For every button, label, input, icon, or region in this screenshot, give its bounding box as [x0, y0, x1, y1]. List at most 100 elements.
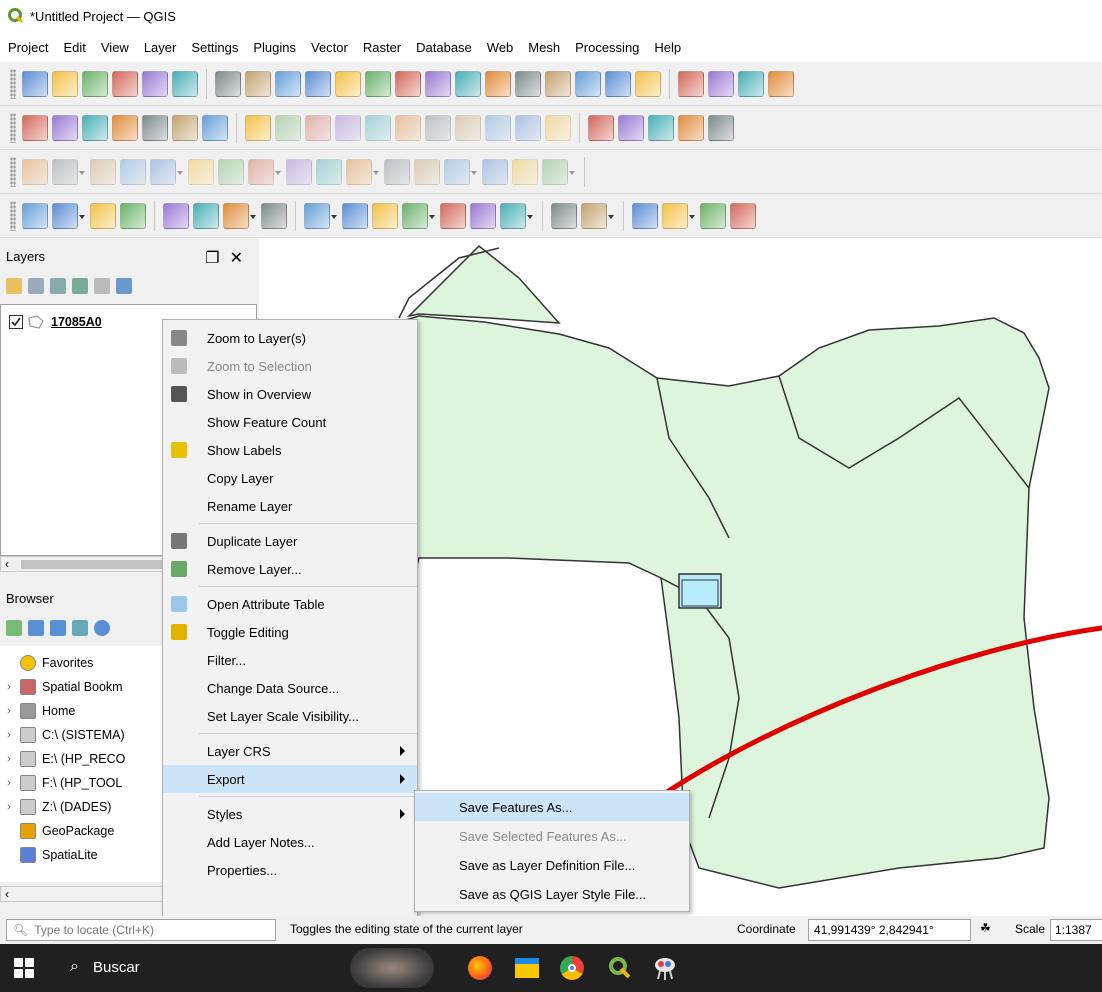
- move-label-icon[interactable]: [402, 202, 435, 229]
- menu-item-copy-layer[interactable]: Copy Layer: [163, 464, 417, 492]
- paste-features-icon[interactable]: [485, 114, 511, 141]
- identify-icon[interactable]: [678, 70, 704, 97]
- delete-part-icon[interactable]: [188, 158, 214, 185]
- sum-icon[interactable]: [768, 70, 794, 97]
- fill-ring-icon[interactable]: [120, 158, 146, 185]
- select-features-icon[interactable]: [22, 202, 48, 229]
- add-selected-layers-icon[interactable]: [6, 620, 22, 636]
- annotation-text-icon[interactable]: [163, 202, 189, 229]
- new-temporary-layer-icon[interactable]: [142, 114, 168, 141]
- menu-database[interactable]: Database: [416, 40, 472, 55]
- manage-visibility-icon[interactable]: [50, 278, 66, 294]
- menu-web[interactable]: Web: [487, 40, 514, 55]
- menu-item-layer-crs[interactable]: Layer CRS: [163, 737, 417, 765]
- zoom-selection-icon[interactable]: [365, 70, 391, 97]
- coordinate-field[interactable]: 41,991439° 2,842941°: [808, 919, 971, 941]
- menu-item-show-labels[interactable]: Show Labels: [163, 436, 417, 464]
- zoom-next-icon[interactable]: [485, 70, 511, 97]
- float-panel-icon[interactable]: ❐: [205, 248, 219, 268]
- menu-item-properties[interactable]: Properties...: [163, 856, 417, 884]
- print-layout-icon[interactable]: [142, 70, 168, 97]
- diagram-icon[interactable]: [618, 114, 644, 141]
- toolbar-handle[interactable]: [10, 200, 16, 231]
- menu-item-show-feature-count[interactable]: Show Feature Count: [163, 408, 417, 436]
- refresh-icon[interactable]: [28, 620, 44, 636]
- menu-settings[interactable]: Settings: [191, 40, 238, 55]
- open-project-icon[interactable]: [52, 70, 78, 97]
- filter-browser-icon[interactable]: [50, 620, 66, 636]
- new-spatialite-layer-icon[interactable]: [112, 114, 138, 141]
- temporal-controller-icon[interactable]: [605, 70, 631, 97]
- new-virtual-layer-icon[interactable]: [172, 114, 198, 141]
- new-geopackage-layer-icon[interactable]: [52, 114, 78, 141]
- delete-selected-icon[interactable]: [395, 114, 421, 141]
- text-annotation-icon[interactable]: [500, 202, 533, 229]
- add-ring-icon[interactable]: [52, 158, 85, 185]
- menu-vector[interactable]: Vector: [311, 40, 348, 55]
- menu-processing[interactable]: Processing: [575, 40, 639, 55]
- plugin-b-icon[interactable]: [662, 202, 695, 229]
- menu-item-filter[interactable]: Filter...: [163, 646, 417, 674]
- scroll-left-icon[interactable]: ‹: [5, 557, 9, 571]
- current-edits-icon[interactable]: [245, 114, 271, 141]
- capture-coordinates-icon[interactable]: [581, 202, 614, 229]
- chevron-right-icon[interactable]: ›: [2, 753, 16, 765]
- annotation-html-icon[interactable]: [223, 202, 256, 229]
- menu-item-change-data-source[interactable]: Change Data Source...: [163, 674, 417, 702]
- menu-item-remove-layer[interactable]: Remove Layer...: [163, 555, 417, 583]
- deselect-icon[interactable]: [120, 202, 146, 229]
- toolbar-handle[interactable]: [10, 68, 16, 99]
- firefox-icon[interactable]: [468, 956, 492, 980]
- select-by-expression-icon[interactable]: [90, 202, 116, 229]
- windows-start-icon[interactable]: [14, 958, 34, 978]
- pin-labels-icon[interactable]: [708, 114, 734, 141]
- annotation-form-icon[interactable]: [193, 202, 219, 229]
- save-layer-edits-icon[interactable]: [305, 114, 331, 141]
- menu-help[interactable]: Help: [654, 40, 681, 55]
- open-attribute-table-icon[interactable]: [708, 70, 734, 97]
- collapse-all-icon[interactable]: [72, 620, 88, 636]
- submenu-item-save-features-as[interactable]: Save Features As...: [415, 793, 689, 821]
- pan-to-selection-icon[interactable]: [245, 70, 271, 97]
- toggle-extent-icon[interactable]: ☘: [980, 921, 991, 935]
- label-tool-icon[interactable]: [304, 202, 337, 229]
- add-layer-icon[interactable]: [202, 114, 228, 141]
- pan-icon[interactable]: [215, 70, 241, 97]
- rotate-label-icon[interactable]: [440, 202, 466, 229]
- save-as-icon[interactable]: [112, 70, 138, 97]
- change-label-icon[interactable]: [470, 202, 496, 229]
- menu-plugins[interactable]: Plugins: [253, 40, 296, 55]
- menu-item-set-layer-scale-visibility[interactable]: Set Layer Scale Visibility...: [163, 702, 417, 730]
- add-circle-icon[interactable]: [482, 158, 508, 185]
- app-taskbar-icon[interactable]: [652, 955, 678, 981]
- zoom-in-icon[interactable]: [275, 70, 301, 97]
- plugin-a-icon[interactable]: [632, 202, 658, 229]
- toggle-editing-icon[interactable]: [275, 114, 301, 141]
- save-project-icon[interactable]: [82, 70, 108, 97]
- info-icon[interactable]: [94, 620, 110, 636]
- show-hide-labels-icon[interactable]: [372, 202, 398, 229]
- labels-toolbar-icon[interactable]: [648, 114, 674, 141]
- toolbar-handle[interactable]: [10, 156, 16, 187]
- zoom-native-icon[interactable]: [425, 70, 451, 97]
- expand-all-icon[interactable]: [116, 278, 132, 294]
- chevron-right-icon[interactable]: ›: [2, 705, 16, 717]
- cut-features-icon[interactable]: [425, 114, 451, 141]
- menu-item-show-in-overview[interactable]: Show in Overview: [163, 380, 417, 408]
- chevron-right-icon[interactable]: ›: [2, 681, 16, 693]
- reshape-icon[interactable]: [218, 158, 244, 185]
- zoom-last-icon[interactable]: [455, 70, 481, 97]
- zoom-out-icon[interactable]: [305, 70, 331, 97]
- chevron-right-icon[interactable]: ›: [2, 777, 16, 789]
- menu-item-open-attribute-table[interactable]: Open Attribute Table: [163, 590, 417, 618]
- annotation-svg-icon[interactable]: [261, 202, 287, 229]
- submenu-item-save-as-layer-definition-file[interactable]: Save as Layer Definition File...: [415, 851, 689, 879]
- split-features-icon[interactable]: [286, 158, 312, 185]
- merge-features-icon[interactable]: [346, 158, 379, 185]
- close-panel-icon[interactable]: ✕: [230, 248, 243, 268]
- taskbar-search[interactable]: ⌕ Buscar: [70, 958, 140, 976]
- delete-ring-icon[interactable]: [150, 158, 183, 185]
- menu-layer[interactable]: Layer: [144, 40, 177, 55]
- qgis-taskbar-icon[interactable]: [608, 956, 632, 980]
- menu-raster[interactable]: Raster: [363, 40, 401, 55]
